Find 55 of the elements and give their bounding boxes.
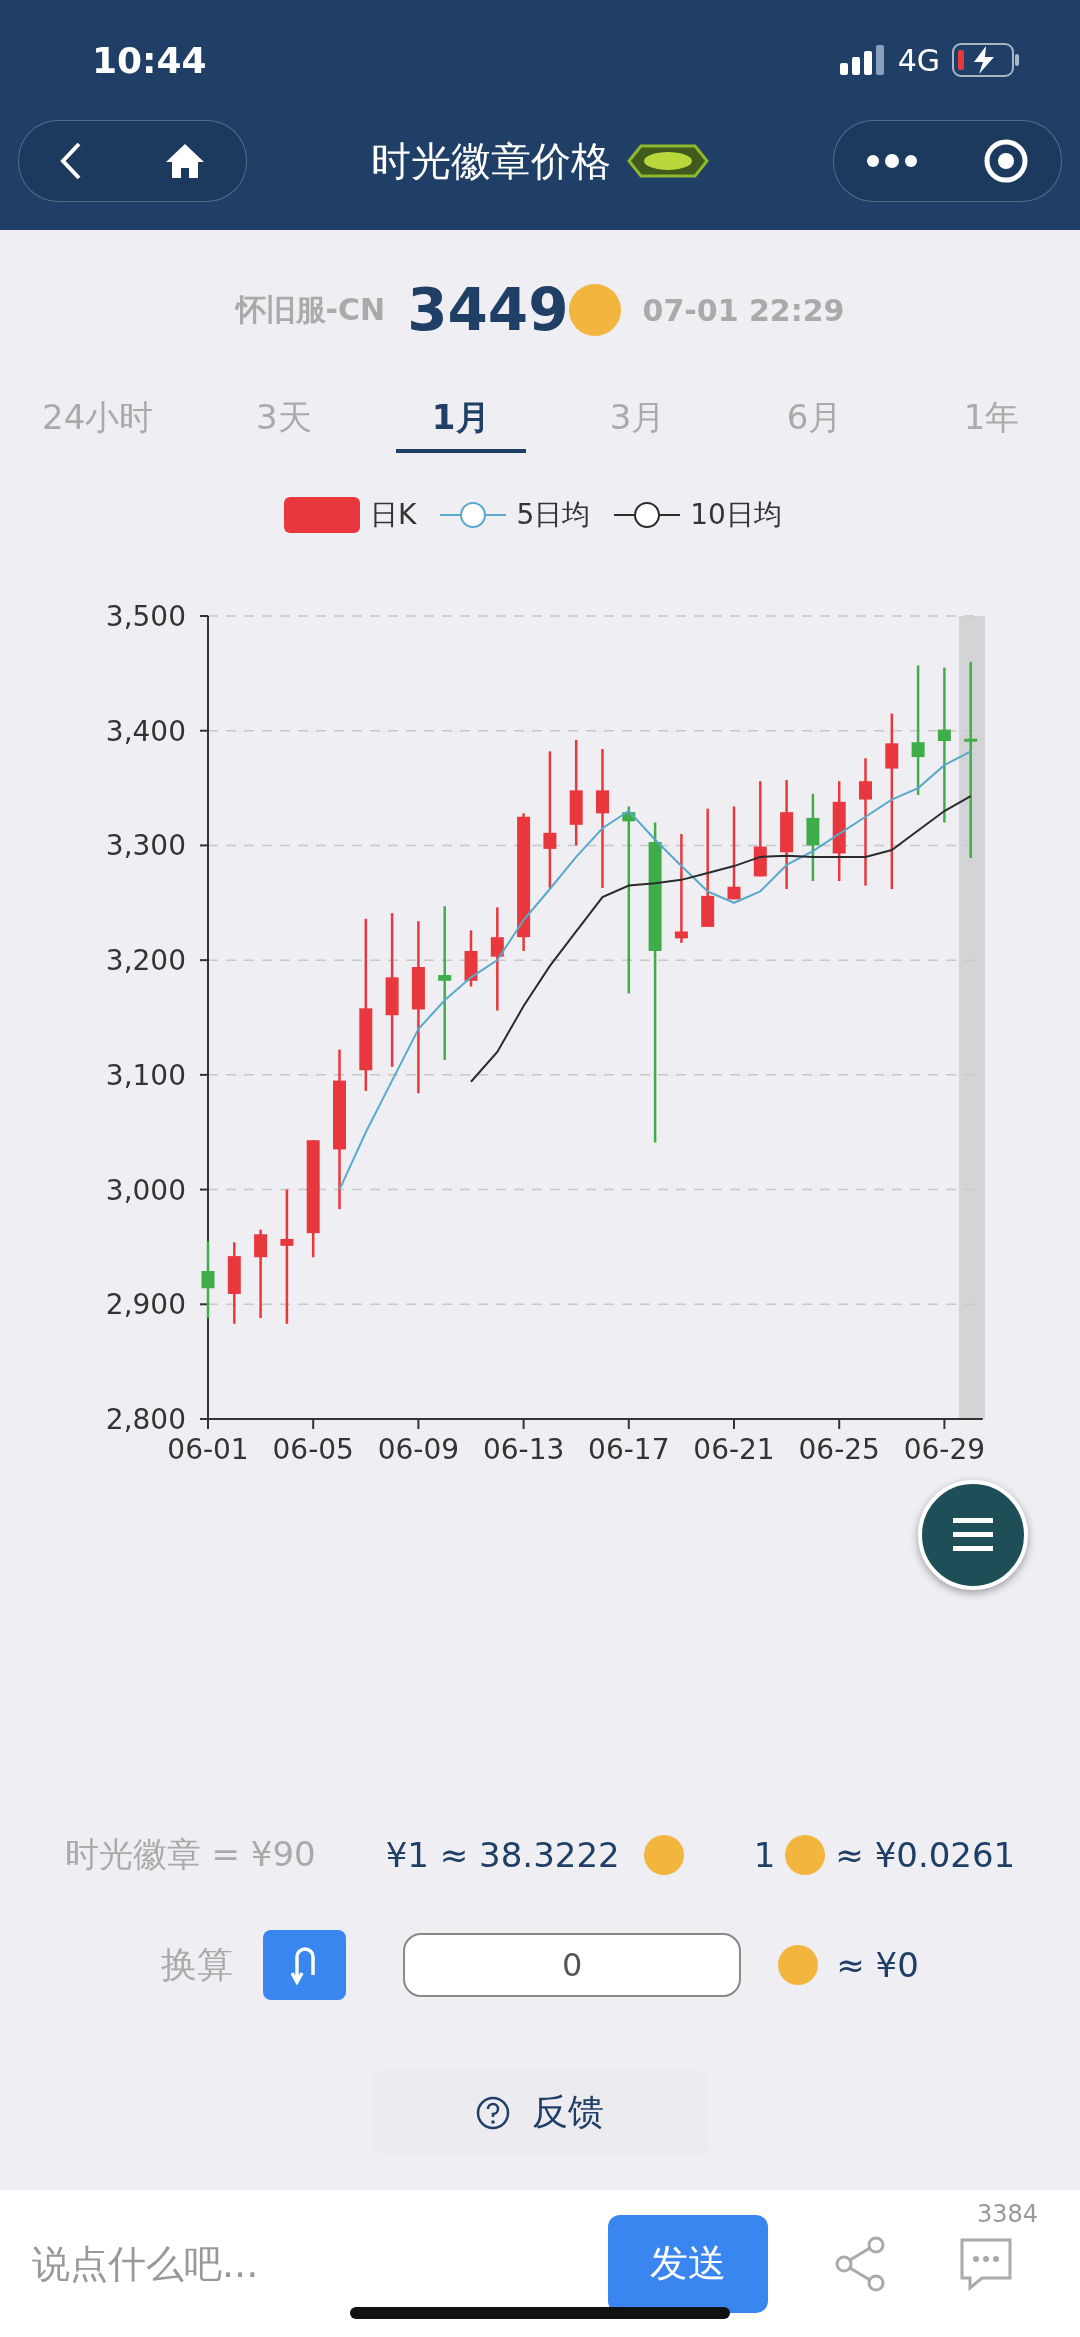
period-tab[interactable]: 3月: [549, 385, 727, 455]
badge-icon: [627, 142, 709, 180]
period-tab[interactable]: 24小时: [0, 385, 196, 455]
battery-icon: [952, 43, 1020, 77]
axis-label: 06-25: [798, 1433, 880, 1466]
period-tab[interactable]: 1年: [903, 385, 1080, 455]
swap-button[interactable]: [263, 1930, 347, 2000]
send-button[interactable]: 发送: [608, 2214, 768, 2313]
coin-icon: [568, 284, 621, 336]
candlestick: [464, 930, 478, 987]
axis-label: 06-05: [272, 1433, 354, 1466]
server-label: 怀旧服-CN: [235, 290, 386, 329]
converted-value: ≈ ¥0: [836, 1945, 919, 1985]
menu-icon: [953, 1518, 993, 1552]
axis-label: 06-21: [693, 1433, 775, 1466]
coin-icon: [778, 1945, 819, 1985]
legend-line-icon: [614, 500, 681, 530]
period-tab[interactable]: 6月: [726, 385, 904, 455]
axis-label: 2,800: [105, 1403, 186, 1436]
axis-label: 3,100: [105, 1058, 186, 1092]
axis-label: 3,400: [105, 714, 186, 748]
axis-label: 06-01: [167, 1433, 249, 1466]
page-title: 时光徽章价格: [371, 136, 611, 186]
axis-label: 06-09: [377, 1433, 460, 1466]
signal-icon: [839, 45, 886, 75]
exchange-rate: 1: [753, 1835, 776, 1875]
legend-line-icon: [440, 500, 507, 530]
price-value: 3449: [407, 276, 569, 344]
coin-icon: [785, 1835, 826, 1875]
exchange-rate: ≈ ¥0.0261: [835, 1835, 1016, 1875]
comment-count: 3384: [976, 2200, 1038, 2228]
period-tab[interactable]: 3天: [195, 385, 373, 455]
status-time: 10:44: [92, 39, 208, 81]
exchange-rate: ¥1 ≈ 38.3222: [385, 1835, 620, 1875]
axis-label: 3,500: [105, 600, 186, 633]
converter-label: 换算: [161, 1942, 234, 1987]
axis-label: 3,200: [105, 944, 186, 978]
legend-label: 日K: [370, 497, 417, 533]
coin-icon: [643, 1835, 684, 1875]
axis-label: 3,300: [105, 829, 186, 863]
comment-field[interactable]: 说点什么吧...: [30, 2240, 608, 2287]
axis-label: 06-17: [588, 1433, 670, 1466]
timestamp: 07-01 22:29: [642, 292, 845, 328]
period-tab[interactable]: 1月: [372, 385, 550, 455]
amount-field[interactable]: 0: [403, 1933, 742, 1997]
exchange-rate: 时光徽章 = ¥90: [64, 1833, 316, 1876]
legend-label: 10日均: [690, 497, 782, 533]
help-icon: [476, 2095, 510, 2130]
menu-button[interactable]: [918, 1480, 1028, 1590]
legend-label: 5日均: [516, 497, 591, 533]
axis-label: 06-13: [482, 1433, 565, 1466]
network-label: 4G: [897, 42, 940, 78]
axis-label: 3,000: [105, 1173, 186, 1207]
axis-label: 06-29: [903, 1433, 986, 1466]
axis-label: 2,900: [105, 1288, 186, 1322]
